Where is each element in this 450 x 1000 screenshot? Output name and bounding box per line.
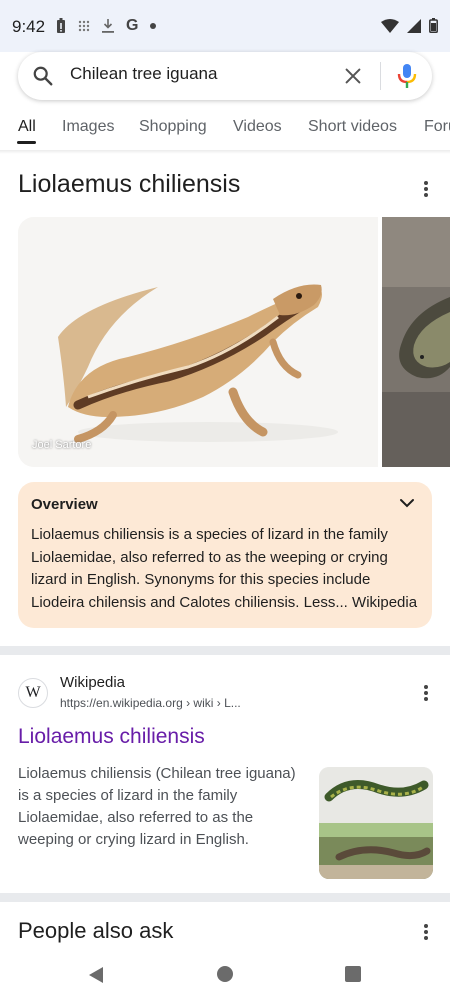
close-icon[interactable]	[342, 65, 364, 87]
battery-saver-icon	[57, 18, 65, 33]
result-thumbnail[interactable]	[319, 767, 433, 879]
search-divider	[380, 62, 381, 90]
knowledge-panel-title: Liolaemus chiliensis	[18, 170, 241, 198]
search-bar[interactable]	[18, 52, 432, 100]
signal-icon	[407, 18, 421, 33]
tab-images[interactable]: Images	[62, 118, 114, 136]
more-options-icon[interactable]	[416, 683, 436, 703]
tab-all[interactable]: All	[18, 118, 36, 136]
active-tab-indicator	[17, 141, 36, 144]
result-site-name[interactable]: Wikipedia	[60, 674, 125, 691]
lizard-illustration	[18, 217, 378, 467]
result-snippet: Liolaemus chiliensis (Chilean tree iguan…	[18, 765, 296, 848]
status-right-icons	[381, 18, 438, 33]
overview-source-link[interactable]: Wikipedia	[352, 594, 417, 611]
tab-forums[interactable]: Forums	[424, 118, 450, 136]
search-icon[interactable]	[32, 65, 54, 87]
overview-heading: Overview	[31, 496, 98, 513]
search-input[interactable]	[70, 64, 330, 84]
lizard-thumbnail	[319, 767, 433, 879]
overview-text: Liolaemus chiliensis is a species of liz…	[31, 524, 425, 614]
result-url[interactable]: https://en.wikipedia.org › wiki › L...	[60, 696, 241, 710]
google-g-icon: G	[126, 17, 139, 34]
recent-apps-icon[interactable]	[345, 966, 361, 982]
more-options-icon[interactable]	[416, 179, 436, 199]
image-credit: Joel Sartore	[32, 439, 92, 451]
status-time: 9:42	[12, 17, 46, 36]
lizard-image-secondary[interactable]	[382, 217, 450, 467]
lizard-illustration-secondary	[382, 217, 450, 467]
result-title-link[interactable]: Liolaemus chiliensis	[18, 725, 205, 749]
home-icon[interactable]	[217, 966, 233, 982]
system-nav-bar	[0, 950, 450, 1000]
tab-shopping[interactable]: Shopping	[139, 118, 207, 136]
tab-short-videos[interactable]: Short videos	[308, 118, 397, 136]
tab-videos[interactable]: Videos	[233, 118, 282, 136]
section-divider	[0, 893, 450, 902]
overview-ellipsis: ...	[335, 593, 348, 611]
status-bar: 9:42 G	[0, 0, 450, 52]
wikipedia-favicon: W	[18, 678, 48, 708]
status-left-icons: G	[56, 17, 157, 34]
search-tabs: All Images Shopping Videos Short videos …	[0, 110, 450, 150]
battery-icon	[429, 18, 438, 33]
overview-card[interactable]: Overview Liolaemus chiliensis is a speci…	[18, 482, 432, 628]
dot-icon	[150, 23, 157, 29]
section-divider	[0, 646, 450, 655]
tabs-shadow	[0, 150, 450, 154]
back-icon[interactable]	[88, 966, 104, 984]
lizard-image-main[interactable]: Joel Sartore	[18, 217, 378, 467]
wifi-icon	[381, 18, 399, 33]
microphone-icon[interactable]	[396, 63, 418, 89]
people-also-ask-title: People also ask	[18, 918, 174, 943]
grid-icon	[78, 20, 90, 32]
download-icon	[102, 19, 114, 33]
chevron-down-icon[interactable]	[398, 494, 416, 512]
more-options-icon[interactable]	[416, 922, 436, 942]
